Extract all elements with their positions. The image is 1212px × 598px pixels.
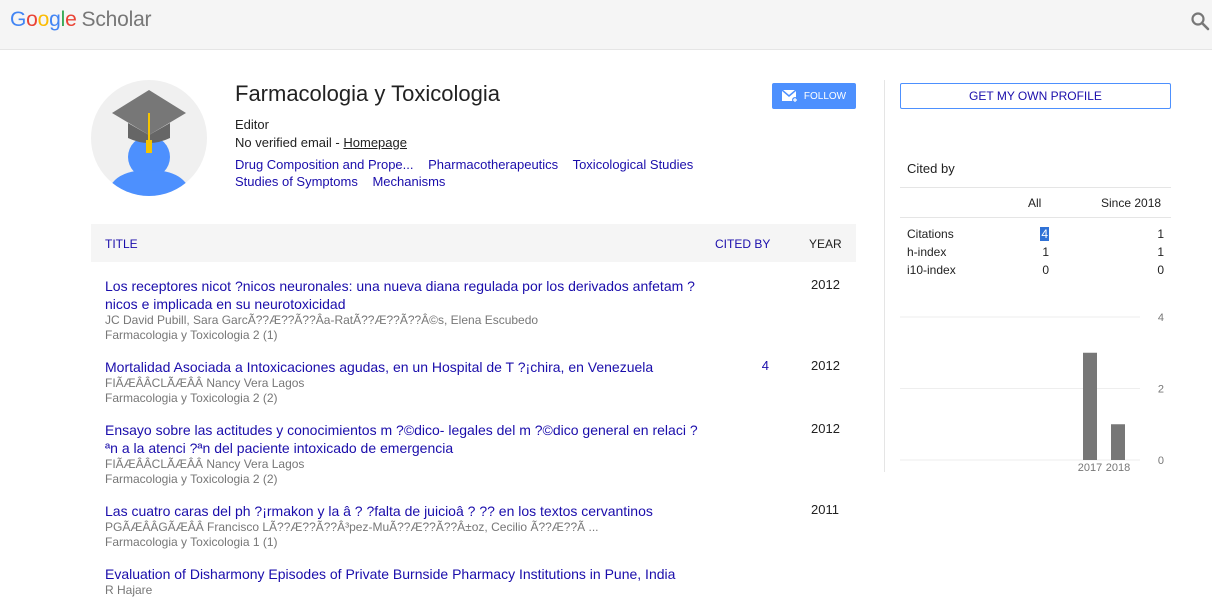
metric-since: 0 <box>1157 263 1164 277</box>
logo-letter: o <box>37 8 50 31</box>
column-divider <box>884 80 885 472</box>
interest-link[interactable]: Drug Composition and Prope... <box>235 157 413 172</box>
publication-venue: Farmacologia y Toxicologia 2 (2) <box>105 391 278 405</box>
publication-venue: Farmacologia y Toxicologia 1 (1) <box>105 535 278 549</box>
publication-year: 2012 <box>811 277 840 292</box>
metric-all: 0 <box>1042 263 1049 277</box>
logo-letter: g <box>49 8 61 31</box>
top-bar: Google Scholar <box>0 0 1212 50</box>
metric-all: 4 <box>1040 227 1049 241</box>
col-all: All <box>1028 196 1042 210</box>
metric-since: 1 <box>1157 227 1164 241</box>
publication-title[interactable]: Los receptores nicot ?nicos neuronales: … <box>105 277 705 313</box>
chart-bar[interactable] <box>1111 424 1125 460</box>
publication-year: 2012 <box>811 358 840 373</box>
metric-row: i10-index 0 0 <box>907 263 1164 281</box>
table-row: Mortalidad Asociada a Intoxicaciones agu… <box>91 358 856 406</box>
publications-table-header: TITLE CITED BY YEAR <box>91 224 856 262</box>
table-row: Evaluation of Disharmony Episodes of Pri… <box>91 565 856 598</box>
table-row: Las cuatro caras del ph ?¡rmakon y la â … <box>91 502 856 550</box>
citations-chart: 4 2 0 2017 2018 <box>900 305 1171 475</box>
logo-letter: o <box>26 8 38 31</box>
email-status: No verified email - <box>235 135 344 150</box>
metric-all: 1 <box>1042 245 1049 259</box>
publication-venue: Farmacologia y Toxicologia 2 (1) <box>105 328 278 342</box>
publication-authors: PGÃÆÂÂGÃÆÂÂ Francisco LÃ??Æ??Ã??Â³pez-Mu… <box>105 520 599 534</box>
profile-affiliation: Editor <box>235 117 269 132</box>
y-tick-label: 4 <box>1158 312 1164 324</box>
interest-link[interactable]: Mechanisms <box>372 174 445 189</box>
sort-by-year[interactable]: YEAR <box>809 237 842 251</box>
publication-title[interactable]: Las cuatro caras del ph ?¡rmakon y la â … <box>105 502 705 520</box>
logo-letter: e <box>65 8 77 31</box>
y-tick-label: 0 <box>1158 455 1164 467</box>
metric-label: i10-index <box>907 263 956 277</box>
chart-bar[interactable] <box>1083 352 1097 460</box>
metric-since: 1 <box>1157 245 1164 259</box>
publication-authors: FIÃÆÂÂCLÃÆÂÂ Nancy Vera Lagos <box>105 376 305 390</box>
metric-label: Citations <box>907 227 954 241</box>
avatar <box>91 80 207 196</box>
follow-button[interactable]: FOLLOW <box>772 83 856 109</box>
graduate-avatar-icon <box>107 90 191 196</box>
homepage-link[interactable]: Homepage <box>343 135 407 150</box>
metric-label: h-index <box>907 245 947 259</box>
research-interests: Drug Composition and Prope... Pharmacoth… <box>235 156 715 190</box>
metric-row: Citations 4 1 <box>907 227 1164 245</box>
publication-title[interactable]: Mortalidad Asociada a Intoxicaciones agu… <box>105 358 705 376</box>
mail-follow-icon <box>781 89 798 103</box>
publications-list: Los receptores nicot ?nicos neuronales: … <box>91 262 856 597</box>
search-icon <box>1191 12 1210 31</box>
follow-label: FOLLOW <box>803 90 847 102</box>
publication-venue: Farmacologia y Toxicologia 2 (2) <box>105 472 278 486</box>
table-row: Los receptores nicot ?nicos neuronales: … <box>91 277 856 343</box>
profile-name: Farmacologia y Toxicologia <box>235 81 500 106</box>
publication-year: 2011 <box>811 502 839 517</box>
col-since: Since 2018 <box>1101 196 1162 210</box>
publication-title[interactable]: Evaluation of Disharmony Episodes of Pri… <box>105 565 705 583</box>
get-my-own-profile-button[interactable]: GET MY OWN PROFILE <box>900 83 1171 109</box>
profile-email: No verified email - Homepage <box>235 135 407 150</box>
divider <box>900 187 1171 188</box>
publication-authors: JC David Pubill, Sara GarcÃ??Æ??Ã??Âa-Ra… <box>105 313 539 327</box>
y-tick-label: 2 <box>1158 384 1164 396</box>
divider <box>900 217 1171 218</box>
publication-title[interactable]: Ensayo sobre las actitudes y conocimient… <box>105 421 705 457</box>
table-row: Ensayo sobre las actitudes y conocimient… <box>91 421 856 487</box>
sort-by-cited[interactable]: CITED BY <box>715 237 770 251</box>
publication-authors: FIÃÆÂÂCLÃÆÂÂ Nancy Vera Lagos <box>105 457 305 471</box>
metric-row: h-index 1 1 <box>907 245 1164 263</box>
interest-link[interactable]: Toxicological Studies <box>573 157 694 172</box>
interest-link[interactable]: Studies of Symptoms <box>235 174 358 189</box>
interest-link[interactable]: Pharmacotherapeutics <box>428 157 558 172</box>
logo-letter: G <box>10 8 27 31</box>
search-button[interactable] <box>1190 11 1212 33</box>
cited-count[interactable]: 4 <box>751 358 769 373</box>
publication-authors: R Hajare <box>105 583 153 597</box>
sort-by-title[interactable]: TITLE <box>105 237 138 251</box>
logo-product-name: Scholar <box>81 8 152 31</box>
publication-year: 2012 <box>811 421 840 436</box>
google-scholar-logo[interactable]: Google Scholar <box>10 8 152 32</box>
cited-by-title: Cited by <box>907 161 955 176</box>
x-tick-label: 2018 <box>1106 462 1130 474</box>
citations-bar-chart: 4 2 0 2017 2018 <box>900 312 1164 474</box>
x-tick-label: 2017 <box>1078 462 1102 474</box>
